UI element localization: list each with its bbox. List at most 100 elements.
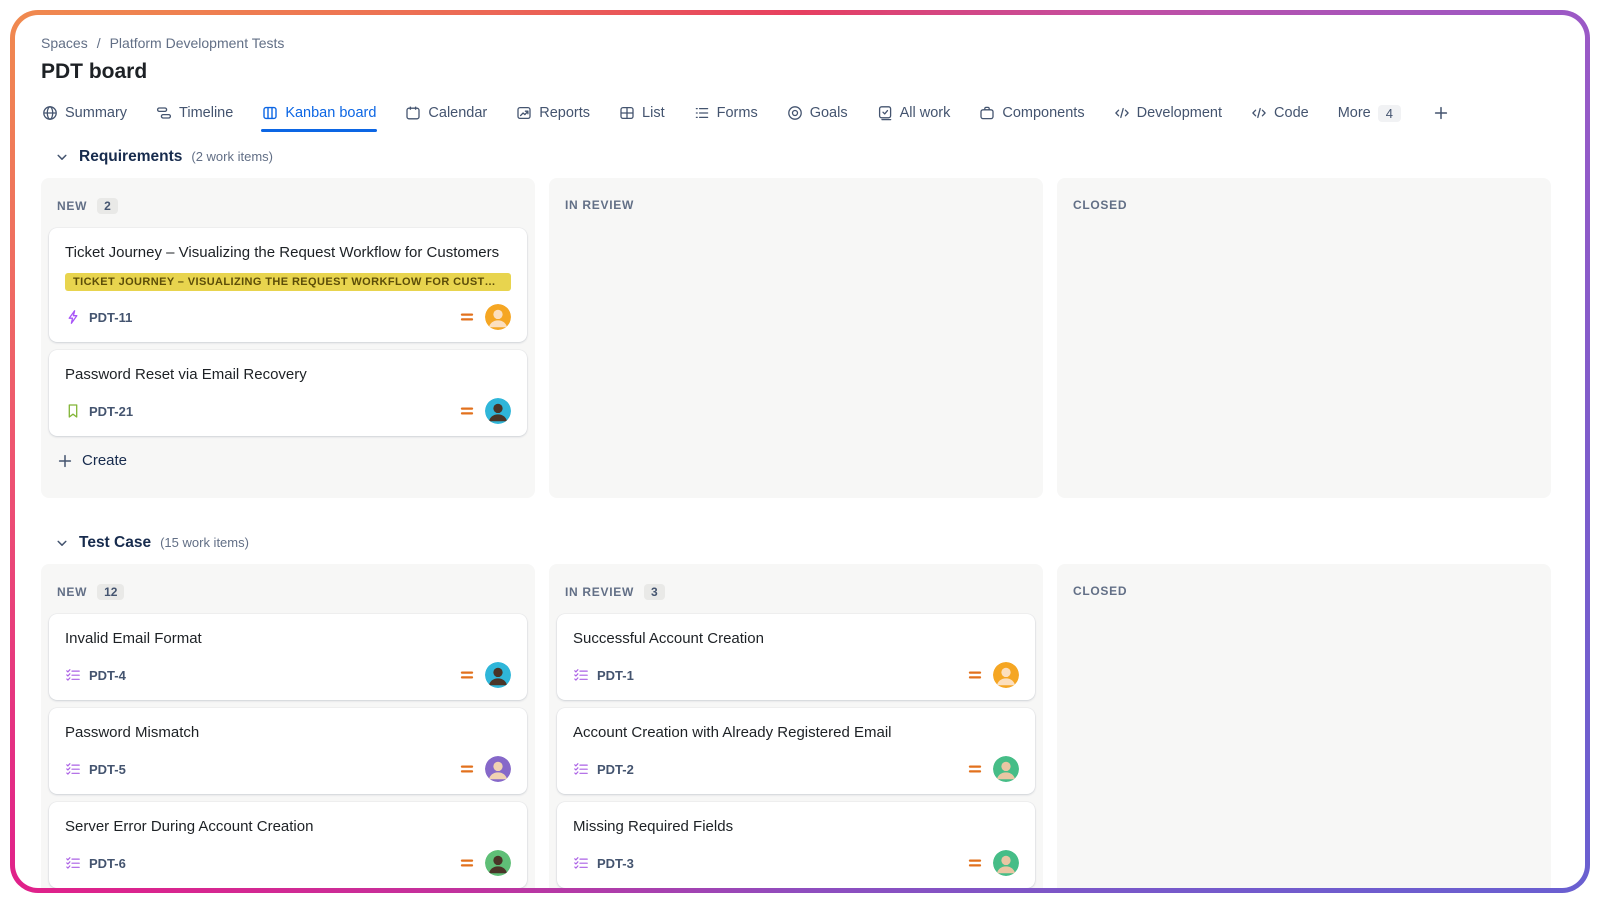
section-work-item-count: (15 work items) [160, 535, 249, 550]
avatar[interactable] [993, 850, 1019, 876]
tab-goals[interactable]: Goals [786, 96, 849, 130]
column-header: NEW 2 [41, 178, 535, 228]
create-work-item-button[interactable]: Create [41, 438, 535, 483]
priority-medium-icon [459, 855, 475, 871]
tab-label: Timeline [179, 105, 233, 121]
card-footer: PDT-4 [65, 662, 511, 688]
columns-row: NEW 2 Ticket Journey – Visualizing the R… [41, 178, 1559, 498]
tab-components[interactable]: Components [978, 96, 1085, 130]
tab-reports[interactable]: Reports [515, 96, 591, 130]
work-item-card-pdt-2[interactable]: Account Creation with Already Registered… [557, 708, 1035, 794]
card-title: Server Error During Account Creation [65, 816, 511, 837]
tab-timeline[interactable]: Timeline [155, 96, 234, 130]
avatar[interactable] [485, 304, 511, 330]
breadcrumb-project[interactable]: Platform Development Tests [110, 35, 285, 51]
card-key: PDT-3 [597, 856, 634, 871]
tab-code[interactable]: Code [1250, 96, 1310, 130]
tab-kanban-board[interactable]: Kanban board [261, 96, 377, 130]
tab-label: More [1338, 105, 1371, 121]
board-section-test-case: Test Case (15 work items) NEW 12 Invalid… [41, 526, 1559, 888]
avatar[interactable] [485, 662, 511, 688]
section-work-item-count: (2 work items) [191, 149, 273, 164]
breadcrumb-separator: / [97, 35, 101, 51]
avatar[interactable] [485, 398, 511, 424]
card-list: Successful Account Creation PDT-1 Accoun… [549, 614, 1043, 888]
card-key: PDT-4 [89, 668, 126, 683]
avatar[interactable] [993, 756, 1019, 782]
add-view-button[interactable] [1429, 96, 1453, 130]
kanban-column-closed: CLOSED [1057, 178, 1551, 498]
app-frame: Spaces / Platform Development Tests PDT … [10, 10, 1590, 893]
card-title: Ticket Journey – Visualizing the Request… [65, 242, 511, 263]
column-count-badge: 2 [97, 198, 118, 214]
card-key: PDT-6 [89, 856, 126, 871]
plus-icon [57, 453, 73, 469]
avatar[interactable] [485, 850, 511, 876]
breadcrumb: Spaces / Platform Development Tests [41, 35, 1559, 51]
checklist-icon [65, 667, 81, 683]
section-header[interactable]: Test Case (15 work items) [41, 526, 1559, 564]
priority-medium-icon [459, 761, 475, 777]
tab-all-work[interactable]: All work [876, 96, 952, 130]
tab-calendar[interactable]: Calendar [404, 96, 488, 130]
card-title: Missing Required Fields [573, 816, 1019, 837]
tab-label: Forms [717, 105, 758, 121]
list-icon [619, 105, 635, 121]
avatar[interactable] [993, 662, 1019, 688]
card-footer: PDT-21 [65, 398, 511, 424]
column-header: NEW 12 [41, 564, 535, 614]
plus-icon [1433, 105, 1449, 121]
avatar[interactable] [485, 756, 511, 782]
card-key: PDT-2 [597, 762, 634, 777]
components-icon [979, 105, 995, 121]
work-item-card-pdt-4[interactable]: Invalid Email Format PDT-4 [49, 614, 527, 700]
column-header: CLOSED [1057, 564, 1551, 612]
column-header: CLOSED [1057, 178, 1551, 226]
card-key: PDT-21 [89, 404, 133, 419]
create-label: Create [82, 452, 127, 469]
column-header: IN REVIEW [549, 178, 1043, 226]
tab-development[interactable]: Development [1113, 96, 1223, 130]
tab-label: Kanban board [285, 105, 376, 121]
breadcrumb-spaces[interactable]: Spaces [41, 35, 88, 51]
bookmark-icon [65, 403, 81, 419]
work-item-card-pdt-1[interactable]: Successful Account Creation PDT-1 [557, 614, 1035, 700]
work-item-card-pdt-21[interactable]: Password Reset via Email Recovery PDT-21 [49, 350, 527, 436]
checklist-icon [573, 855, 589, 871]
work-item-card-pdt-11[interactable]: Ticket Journey – Visualizing the Request… [49, 228, 527, 342]
section-title: Test Case [79, 534, 151, 552]
tab-forms[interactable]: Forms [693, 96, 759, 130]
tab-bar: Summary Timeline Kanban board Calendar R… [41, 94, 1559, 132]
card-label-tag: TICKET JOURNEY – VISUALIZING THE REQUEST… [65, 273, 511, 291]
card-list: Ticket Journey – Visualizing the Request… [41, 228, 535, 436]
card-key: PDT-11 [89, 310, 132, 325]
priority-medium-icon [459, 667, 475, 683]
section-header[interactable]: Requirements (2 work items) [41, 140, 1559, 178]
column-header: IN REVIEW 3 [549, 564, 1043, 614]
tab-label: Components [1002, 105, 1084, 121]
bolt-icon [65, 309, 81, 325]
reports-icon [516, 105, 532, 121]
column-count-badge: 3 [644, 584, 665, 600]
priority-medium-icon [459, 309, 475, 325]
tab-label: Code [1274, 105, 1309, 121]
work-item-card-pdt-6[interactable]: Server Error During Account Creation PDT… [49, 802, 527, 888]
column-name: IN REVIEW [565, 198, 634, 212]
card-key: PDT-5 [89, 762, 126, 777]
priority-medium-icon [967, 855, 983, 871]
checklist-icon [573, 667, 589, 683]
work-item-card-pdt-3[interactable]: Missing Required Fields PDT-3 [557, 802, 1035, 888]
all-work-icon [877, 105, 893, 121]
work-item-card-pdt-5[interactable]: Password Mismatch PDT-5 [49, 708, 527, 794]
tab-label: Calendar [428, 105, 487, 121]
column-name: IN REVIEW [565, 585, 634, 599]
tab-label: List [642, 105, 665, 121]
tab-summary[interactable]: Summary [41, 96, 128, 130]
card-list: Invalid Email Format PDT-4 Password Mism… [41, 614, 535, 888]
card-footer: PDT-5 [65, 756, 511, 782]
priority-medium-icon [459, 403, 475, 419]
tab-list[interactable]: List [618, 96, 666, 130]
tab-more[interactable]: More 4 [1337, 96, 1402, 131]
card-footer: PDT-3 [573, 850, 1019, 876]
card-title: Invalid Email Format [65, 628, 511, 649]
